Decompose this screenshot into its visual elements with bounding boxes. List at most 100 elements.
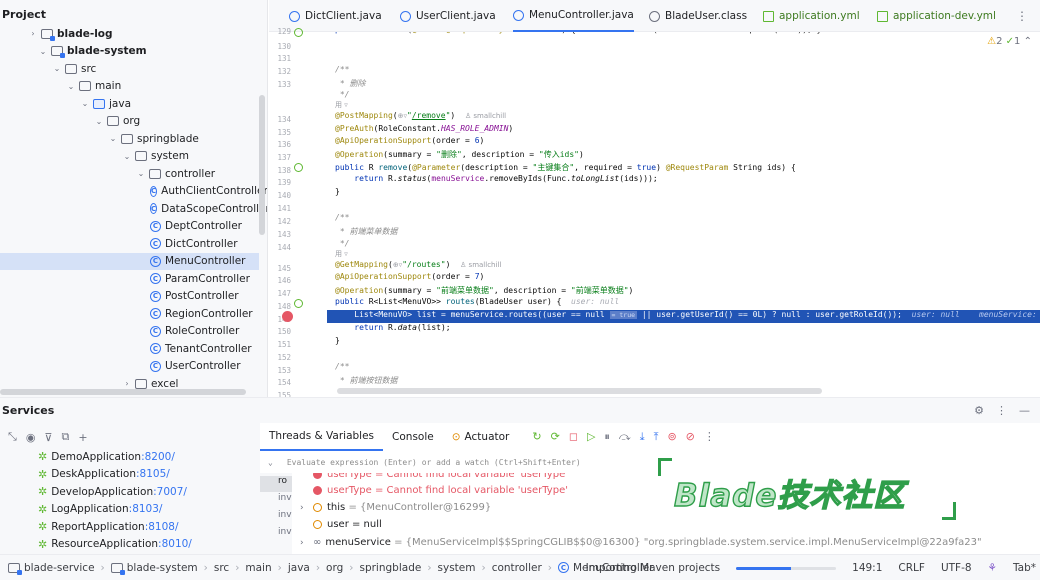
breadcrumb-item[interactable]: blade-system <box>127 562 198 574</box>
tree-item[interactable]: ⌄ src <box>0 60 259 78</box>
service-item[interactable]: ✲ LogApplication:8103/ <box>38 501 162 518</box>
editor-tab[interactable]: UserClient.java <box>400 0 496 32</box>
tree-item[interactable]: ⌄ springblade <box>0 130 259 148</box>
tab-console[interactable]: Console <box>383 423 443 451</box>
vcs-icon[interactable]: ⚘ <box>988 562 997 574</box>
code-line[interactable]: @PreAuth(RoleConstant.HAS_ROLE_ADMIN) <box>335 124 513 133</box>
tree-item[interactable]: C AuthClientController <box>0 183 267 201</box>
tree-item[interactable]: ⌄ controller <box>0 165 259 183</box>
more-debug-icon[interactable]: ⋮ <box>704 430 715 444</box>
expand-icon[interactable]: › <box>300 538 313 548</box>
tree-item[interactable]: C DataScopeController <box>0 200 267 218</box>
code-line[interactable]: */ <box>335 239 350 248</box>
tab-threads-variables[interactable]: Threads & Variables <box>260 423 384 451</box>
run-gutter-icon[interactable] <box>294 163 303 172</box>
minimize-icon[interactable]: — <box>1019 404 1030 417</box>
step-over-icon[interactable]: ⤼ <box>619 430 631 444</box>
service-item[interactable]: ✲ ResourceApplication:8010/ <box>38 536 192 553</box>
breadcrumb-item[interactable]: org <box>326 562 343 574</box>
project-scrollbar[interactable] <box>259 95 265 235</box>
tree-item[interactable]: › blade-log <box>0 25 259 43</box>
indent-setting[interactable]: Tab* <box>1013 562 1036 574</box>
service-item[interactable]: ✲ ReportApplication:8108/ <box>38 518 179 535</box>
more-tabs-icon[interactable]: ⋮ <box>1016 9 1028 23</box>
background-task-label[interactable]: Importing Maven projects <box>586 562 721 574</box>
editor-tab[interactable]: BladeUser.class <box>649 0 747 32</box>
editor-horizontal-scrollbar[interactable] <box>337 388 822 394</box>
execution-point-line[interactable]: List<MenuVO> list = menuService.routes((… <box>327 310 1040 323</box>
tree-item[interactable]: ⌄ org <box>0 113 259 131</box>
project-title[interactable]: Project <box>0 0 267 28</box>
chevron-down-icon[interactable]: ⌄ <box>108 134 118 143</box>
resume-icon[interactable]: ▷ <box>587 430 595 444</box>
code-line[interactable]: public R remove(@Parameter(description =… <box>335 162 796 173</box>
editor-tab[interactable]: application-dev.yml <box>877 0 996 32</box>
view-options-icon[interactable]: ◉ <box>26 431 36 444</box>
stack-frame[interactable]: inv <box>260 493 292 509</box>
editor-tab[interactable]: application.yml <box>763 0 860 32</box>
new-tab-icon[interactable]: ⧉ <box>61 430 69 444</box>
variable-row[interactable]: › ∞ menuService = {MenuServiceImpl$$Spring… <box>300 534 982 551</box>
editor-tab[interactable]: DictClient.java <box>289 0 382 32</box>
breadcrumb-item[interactable]: springblade <box>359 562 421 574</box>
mute-breakpoints-icon[interactable]: ⊘ <box>686 430 695 444</box>
chevron-right-icon[interactable]: › <box>28 29 38 38</box>
rerun-updated-icon[interactable]: ⟳ <box>551 430 560 444</box>
chevron-down-icon[interactable]: ⌄ <box>122 152 132 161</box>
project-horizontal-scrollbar[interactable] <box>0 389 246 395</box>
tree-item[interactable]: C DictController <box>0 235 259 253</box>
service-item[interactable]: ✲ DemoApplication:8200/ <box>38 451 175 465</box>
tree-item[interactable]: C MenuController <box>0 252 259 270</box>
code-line[interactable]: @ApiOperationSupport(order = 7) <box>335 272 484 281</box>
line-ending[interactable]: CRLF <box>898 562 925 574</box>
breadcrumb-item[interactable]: main <box>245 562 271 574</box>
code-line[interactable]: * 前端菜单数据 <box>335 226 398 237</box>
code-editor[interactable]: ⚠2 ✓1 ⌃ public R submit(@Valid @RequestB… <box>327 32 1040 394</box>
chevron-down-icon[interactable]: ⌄ <box>94 117 104 126</box>
code-line[interactable]: return R.status(menuService.removeByIds(… <box>335 174 657 183</box>
tree-item[interactable]: C ParamController <box>0 270 259 288</box>
breadcrumb-item[interactable]: src <box>214 562 229 574</box>
service-port-link[interactable]: :8105/ <box>136 468 170 480</box>
more-options-icon[interactable]: ⋮ <box>996 404 1007 417</box>
service-item[interactable]: ✲ DevelopApplication:7007/ <box>38 483 187 500</box>
tree-item[interactable]: ⌄ system <box>0 148 259 166</box>
service-port-link[interactable]: :8103/ <box>129 503 163 515</box>
add-service-icon[interactable]: + <box>78 431 87 444</box>
variable-row[interactable]: userType = Cannot find local variable 'u… <box>300 482 568 499</box>
stack-frame[interactable]: ro <box>260 476 292 492</box>
breadcrumb-item[interactable]: blade-service <box>24 562 95 574</box>
tree-item[interactable]: ⌄ blade-system <box>0 43 259 61</box>
file-encoding[interactable]: UTF-8 <box>941 562 972 574</box>
caret-position[interactable]: 149:1 <box>852 562 882 574</box>
code-line[interactable]: /** <box>335 65 349 74</box>
code-line[interactable]: @Operation(summary = "删除", description =… <box>335 149 584 160</box>
code-line[interactable]: public R<List<MenuVO>> routes(BladeUser … <box>335 297 619 306</box>
expand-icon[interactable]: › <box>300 503 313 513</box>
chevron-right-icon[interactable]: › <box>122 379 132 388</box>
chevron-down-icon[interactable]: ⌄ <box>80 99 90 108</box>
rerun-icon[interactable]: ↻ <box>532 430 541 444</box>
code-line[interactable]: } <box>335 187 340 196</box>
service-port-link[interactable]: :7007/ <box>153 486 187 498</box>
code-line[interactable]: } <box>335 336 340 345</box>
collapse-icon[interactable]: ⤡ <box>8 430 17 444</box>
breadcrumb-item[interactable]: system <box>438 562 476 574</box>
variable-row[interactable]: › this = {MenuController@16299} <box>300 499 491 516</box>
view-breakpoints-icon[interactable]: ⊚ <box>667 430 676 444</box>
code-line[interactable]: * 前端按钮数据 <box>335 375 398 386</box>
pause-icon[interactable]: ⏸ <box>604 430 610 444</box>
service-port-link[interactable]: :8200/ <box>141 451 175 463</box>
filter-icon[interactable]: ⊽ <box>44 431 52 444</box>
run-gutter-icon[interactable] <box>294 28 303 37</box>
editor-tab[interactable]: MenuController.java <box>513 0 634 32</box>
chevron-down-icon[interactable]: ⌄ <box>66 82 76 91</box>
tree-item[interactable]: C TenantController <box>0 340 259 358</box>
inspection-widget[interactable]: ⚠2 ✓1 ⌃ <box>987 36 1032 47</box>
editor-gutter[interactable]: 129 130 131 132 133 134 135 136 137 138 139 140 141 1… <box>269 27 327 400</box>
variable-row[interactable]: user = null <box>300 516 382 533</box>
service-port-link[interactable]: :8108/ <box>145 521 179 533</box>
tree-item[interactable]: C RoleController <box>0 323 259 341</box>
chevron-down-icon[interactable]: ⌄ <box>136 169 146 178</box>
chevron-down-icon[interactable]: ⌄ <box>268 458 273 467</box>
